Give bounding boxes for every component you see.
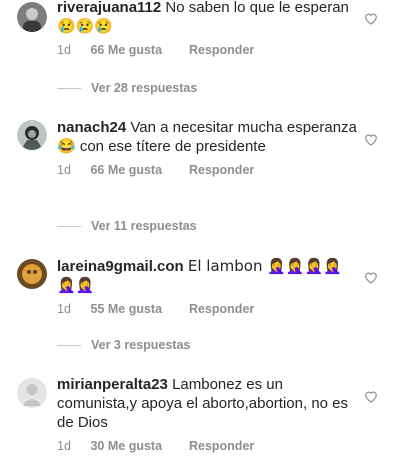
comment-time: 1d	[57, 43, 71, 57]
view-replies-label: Ver 28 respuestas	[91, 81, 198, 95]
user-avatar[interactable]	[17, 259, 47, 289]
comment-time: 1d	[57, 163, 71, 177]
user-avatar[interactable]	[17, 120, 47, 150]
comment-likes[interactable]: 55 Me gusta	[90, 302, 185, 316]
comment-meta: 1d 30 Me gusta Responder	[57, 439, 357, 453]
heart-outline-icon[interactable]	[364, 12, 378, 25]
heart-outline-icon[interactable]	[364, 390, 378, 403]
comments-list: riverajuana112 No saben lo que le espera…	[0, 0, 400, 465]
reply-button[interactable]: Responder	[189, 439, 254, 453]
view-replies-label: Ver 11 respuestas	[91, 219, 197, 233]
comment-likes[interactable]: 66 Me gusta	[90, 163, 185, 177]
view-replies-button[interactable]: Ver 11 respuestas	[57, 218, 197, 234]
comment-text: nanach24 Van a necesitar mucha esperanza…	[57, 118, 357, 156]
heart-outline-icon[interactable]	[364, 133, 378, 146]
comment-username[interactable]: lareina9gmail.con	[57, 258, 184, 275]
comment-meta: 1d 66 Me gusta Responder	[57, 43, 357, 57]
reply-button[interactable]: Responder	[189, 302, 254, 316]
comment-likes[interactable]: 66 Me gusta	[90, 43, 185, 57]
comment-meta: 1d 55 Me gusta Responder	[57, 302, 357, 316]
user-avatar[interactable]	[17, 2, 47, 32]
reply-button[interactable]: Responder	[189, 43, 254, 57]
view-replies-button[interactable]: Ver 28 respuestas	[57, 80, 197, 96]
view-replies-button[interactable]: Ver 3 respuestas	[57, 337, 190, 353]
comment-time: 1d	[57, 439, 71, 453]
heart-outline-icon[interactable]	[364, 271, 378, 284]
view-replies-label: Ver 3 respuestas	[91, 338, 191, 352]
comment-username[interactable]: mirianperalta23	[57, 376, 168, 393]
comment-text: mirianperalta23 Lambonez es un comunista…	[57, 375, 357, 432]
comment-username[interactable]: riverajuana112	[57, 0, 161, 16]
comment-time: 1d	[57, 302, 71, 316]
comment-meta: 1d 66 Me gusta Responder	[57, 163, 357, 177]
comment-username[interactable]: nanach24	[57, 119, 126, 136]
comment-likes[interactable]: 30 Me gusta	[90, 439, 185, 453]
user-avatar[interactable]	[17, 378, 47, 408]
replies-divider	[57, 344, 81, 346]
replies-divider	[57, 225, 81, 227]
replies-divider	[57, 87, 81, 89]
comment-text: lareina9gmail.con El lambon 🤦‍♀️🤦‍♀️🤦‍♀️…	[57, 257, 357, 295]
reply-button[interactable]: Responder	[189, 163, 254, 177]
comment-text: riverajuana112 No saben lo que le espera…	[57, 0, 357, 36]
